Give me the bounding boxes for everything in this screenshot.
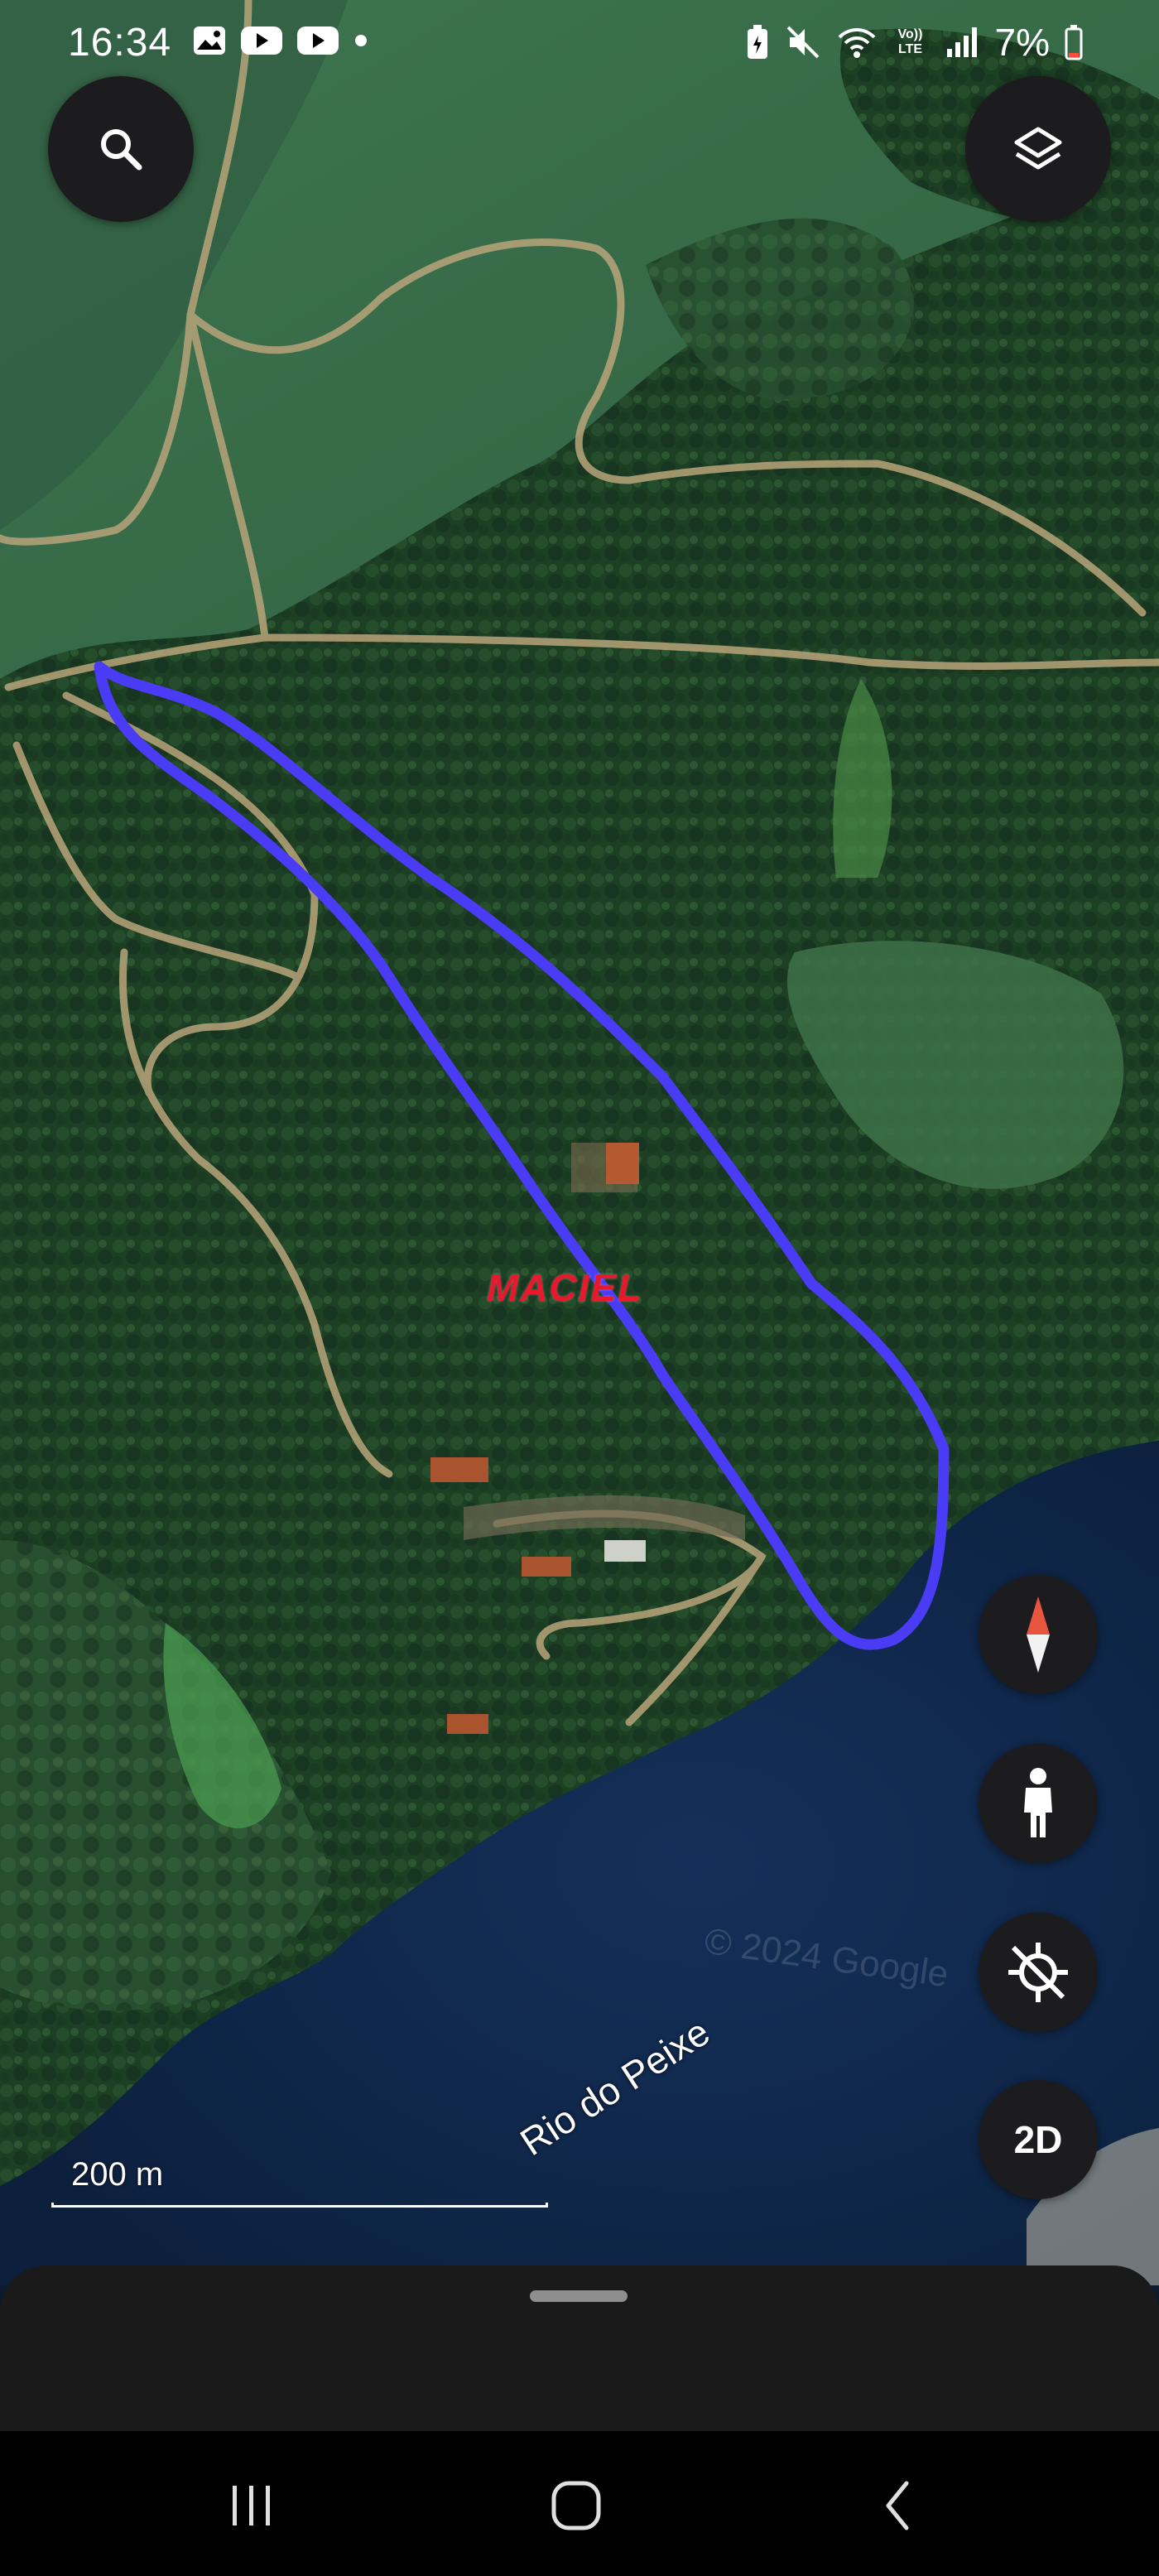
wifi-icon (838, 28, 875, 58)
recents-icon (233, 2486, 270, 2525)
notification-icons (192, 25, 369, 56)
bottom-sheet[interactable] (0, 2265, 1159, 2431)
back-button[interactable] (849, 2464, 949, 2547)
signal-icon (946, 27, 977, 57)
battery-saver-icon (747, 25, 767, 59)
search-icon (101, 129, 142, 171)
home-button[interactable] (527, 2464, 626, 2547)
battery-icon (1065, 25, 1083, 60)
scale-label: 200 m (71, 2156, 164, 2193)
dot-icon (355, 35, 367, 46)
layers-icon (1014, 127, 1062, 170)
pegman-icon (1024, 1768, 1052, 1837)
sheet-drag-handle[interactable] (530, 2290, 628, 2302)
volte-icon: Vo)) LTE (897, 27, 923, 56)
system-nav-bar (0, 2431, 1159, 2576)
street-view-button[interactable] (979, 1744, 1098, 1863)
my-location-button[interactable] (979, 1913, 1098, 2032)
layers-button[interactable] (965, 76, 1111, 222)
compass-icon (1027, 1596, 1050, 1673)
view-mode-label: 2D (1013, 2118, 1063, 2161)
battery-percent: 7% (994, 21, 1050, 64)
home-icon (551, 2481, 601, 2530)
youtube-icon (241, 26, 282, 55)
system-icons: Vo)) LTE 7% (745, 20, 1083, 65)
gallery-icon (194, 26, 225, 55)
view-mode-button[interactable]: 2D (979, 2080, 1098, 2199)
mute-icon (786, 26, 819, 59)
satellite-imagery (0, 0, 1159, 2285)
compass-button[interactable] (979, 1575, 1098, 1694)
status-time: 16:34 (68, 21, 172, 65)
status-bar: 16:34 Vo)) LTE 7% (0, 0, 1159, 83)
search-button[interactable] (48, 76, 194, 222)
youtube-icon (297, 26, 339, 55)
scale-bar (51, 2203, 548, 2208)
watermark-logo: MACIEL (487, 1266, 643, 1309)
satellite-map[interactable]: MACIEL © 2024 Google Rio do Peixe 200 m (0, 0, 1159, 2285)
recents-button[interactable] (202, 2464, 301, 2547)
location-off-icon (1008, 1943, 1068, 2002)
map-scale: 200 m (51, 2156, 550, 2214)
back-icon (886, 2481, 909, 2530)
